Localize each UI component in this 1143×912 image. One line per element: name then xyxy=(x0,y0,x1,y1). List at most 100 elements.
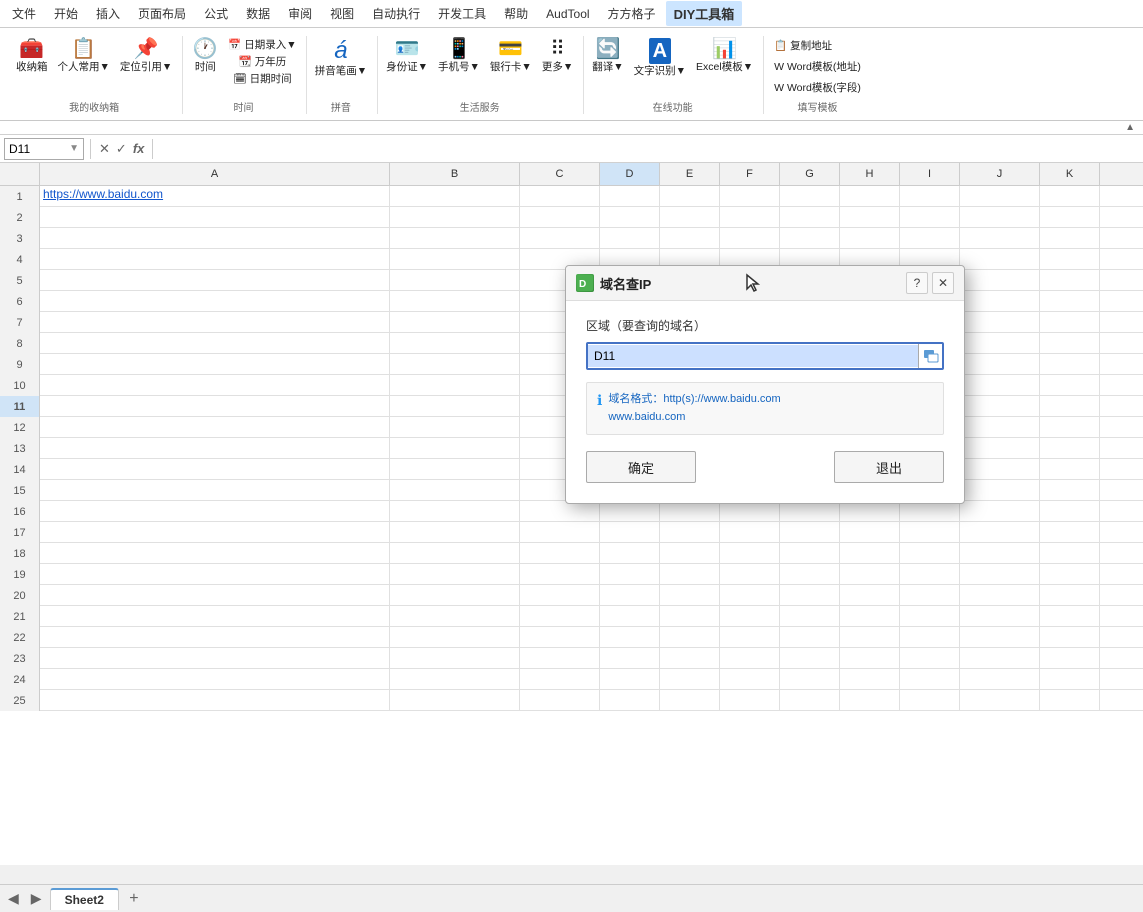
bank-icon: 💳 xyxy=(498,38,523,60)
col-header-H[interactable]: H xyxy=(840,163,900,185)
cell-A1[interactable]: https://www.baidu.com xyxy=(40,186,390,207)
menu-help[interactable]: 帮助 xyxy=(496,2,536,25)
table-row: 17 xyxy=(0,522,1143,543)
cell-B1[interactable] xyxy=(390,186,520,207)
ribbon-btn-excel-template[interactable]: 📊 Excel模板▼ xyxy=(692,36,757,77)
cell-J1[interactable] xyxy=(960,186,1040,207)
ribbon-btn-time[interactable]: 🕐 时间 xyxy=(187,36,223,77)
col-header-C[interactable]: C xyxy=(520,163,600,185)
time-icon: 🕐 xyxy=(193,38,218,60)
table-row: 23 xyxy=(0,648,1143,669)
dialog-help-btn[interactable]: ? xyxy=(906,272,928,294)
dialog-cancel-btn[interactable]: 退出 xyxy=(834,451,944,483)
ribbon-group-online-label: 在线功能 xyxy=(653,99,693,114)
ribbon-btn-pinyin[interactable]: á 拼音笔画▼ xyxy=(311,36,371,81)
menu-insert[interactable]: 插入 xyxy=(88,2,128,25)
cell-F1[interactable] xyxy=(720,186,780,207)
cell-H1[interactable] xyxy=(840,186,900,207)
ribbon-btn-more[interactable]: ⠿ 更多▼ xyxy=(538,36,577,77)
formula-fx-icon[interactable]: fx xyxy=(131,139,147,158)
ribbon-group-life: 🪪 身份证▼ 📱 手机号▼ 💳 银行卡▼ ⠿ 更多▼ 生活服务 xyxy=(378,36,584,114)
menu-review[interactable]: 审阅 xyxy=(280,2,320,25)
dialog-title: 域名查IP xyxy=(600,274,732,293)
menu-file[interactable]: 文件 xyxy=(4,2,44,25)
formula-input[interactable] xyxy=(159,147,1139,151)
tab-nav-next[interactable]: ▶ xyxy=(27,890,46,907)
tab-nav-prev[interactable]: ◀ xyxy=(4,890,23,907)
ribbon-btn-word-field[interactable]: W Word模板(字段) xyxy=(768,78,867,97)
sheet-tab-sheet2[interactable]: Sheet2 xyxy=(50,888,119,910)
formula-cancel-icon[interactable]: ✕ xyxy=(97,139,112,159)
menu-page-layout[interactable]: 页面布局 xyxy=(130,2,194,25)
cell-K1[interactable] xyxy=(1040,186,1100,207)
dialog-info-text: 域名格式：http(s)://www.baidu.com www.baidu.c… xyxy=(608,391,780,426)
cell-I1[interactable] xyxy=(900,186,960,207)
formula-confirm-icon[interactable]: ✓ xyxy=(114,139,129,159)
menu-view[interactable]: 视图 xyxy=(322,2,362,25)
row-num-1: 1 xyxy=(0,186,40,207)
ribbon-group-storage: 🧰 收纳箱 📋 个人常用▼ 📌 定位引用▼ 我的收纳箱 xyxy=(8,36,183,114)
ribbon-btn-personal[interactable]: 📋 个人常用▼ xyxy=(54,36,114,77)
dialog-ref-btn[interactable] xyxy=(918,344,942,368)
table-row: 2 xyxy=(0,207,1143,228)
menu-autoexec[interactable]: 自动执行 xyxy=(364,2,428,25)
dialog-input-row xyxy=(586,342,944,370)
ribbon-collapse-btn[interactable]: ▲ xyxy=(1121,121,1139,134)
menu-audtool[interactable]: AudTool xyxy=(538,4,597,24)
menu-data[interactable]: 数据 xyxy=(238,2,278,25)
add-tab-btn[interactable]: + xyxy=(123,888,145,910)
personal-icon: 📋 xyxy=(71,38,96,60)
phone-icon: 📱 xyxy=(447,38,472,60)
cursor-icon xyxy=(742,273,762,293)
ribbon-btn-date-entry[interactable]: 📅 日期录入▼ xyxy=(225,36,299,53)
cell-D1[interactable] xyxy=(600,186,660,207)
dialog-confirm-btn[interactable]: 确定 xyxy=(586,451,696,483)
ribbon-group-template-label: 填写模板 xyxy=(797,99,837,114)
menu-formula[interactable]: 公式 xyxy=(196,2,236,25)
ribbon-btn-translate[interactable]: 🔄 翻译▼ xyxy=(588,36,627,77)
col-header-B[interactable]: B xyxy=(390,163,520,185)
table-row: 1 https://www.baidu.com xyxy=(0,186,1143,207)
formula-icons: ✕ ✓ fx xyxy=(97,139,146,159)
info-icon: ℹ xyxy=(597,392,602,409)
ribbon-btn-copy-addr[interactable]: 📋 复制地址 xyxy=(768,36,838,55)
locate-icon: 📌 xyxy=(134,38,159,60)
col-header-F[interactable]: F xyxy=(720,163,780,185)
menu-diy[interactable]: DIY工具箱 xyxy=(666,1,743,26)
domain-query-dialog: D 域名查IP ? ✕ 区域（要查询的域名） ℹ xyxy=(565,265,965,504)
col-header-A[interactable]: A xyxy=(40,163,390,185)
ribbon-group-time: 🕐 时间 📅 日期录入▼ 📆 万年历 🗓 日期时间 时间 xyxy=(183,36,306,114)
menu-ffgz[interactable]: 方方格子 xyxy=(600,2,664,25)
ribbon-btn-ocr[interactable]: A 文字识别▼ xyxy=(630,36,690,81)
row-num-header xyxy=(0,163,40,185)
formula-bar: D11 ▼ ✕ ✓ fx xyxy=(0,135,1143,163)
ribbon-group-life-label: 生活服务 xyxy=(460,99,500,114)
ribbon-btn-bank[interactable]: 💳 银行卡▼ xyxy=(486,36,536,77)
col-header-G[interactable]: G xyxy=(780,163,840,185)
col-header-E[interactable]: E xyxy=(660,163,720,185)
cell-G1[interactable] xyxy=(780,186,840,207)
col-header-J[interactable]: J xyxy=(960,163,1040,185)
col-header-I[interactable]: I xyxy=(900,163,960,185)
ribbon-btn-word-addr[interactable]: W Word模板(地址) xyxy=(768,57,867,76)
col-header-D[interactable]: D xyxy=(600,163,660,185)
ribbon-btn-calendar[interactable]: 📆 万年历 xyxy=(225,53,299,70)
dialog-domain-input[interactable] xyxy=(588,345,918,367)
ribbon-btn-inbox[interactable]: 🧰 收纳箱 xyxy=(12,36,52,77)
menu-start[interactable]: 开始 xyxy=(46,2,86,25)
table-row: 25 xyxy=(0,690,1143,711)
cell-C1[interactable] xyxy=(520,186,600,207)
excel-template-icon: 📊 xyxy=(712,38,737,60)
dialog-actions: 确定 退出 xyxy=(586,451,944,487)
ribbon-btn-datetime[interactable]: 🗓 日期时间 xyxy=(225,70,299,87)
dialog-close-btn[interactable]: ✕ xyxy=(932,272,954,294)
col-header-K[interactable]: K xyxy=(1040,163,1100,185)
ribbon-btn-id[interactable]: 🪪 身份证▼ xyxy=(382,36,432,77)
more-icon: ⠿ xyxy=(550,38,565,60)
ribbon-btn-locate[interactable]: 📌 定位引用▼ xyxy=(116,36,176,77)
cell-ref-box[interactable]: D11 ▼ xyxy=(4,138,84,160)
dialog-app-icon: D xyxy=(576,274,594,292)
ribbon-btn-phone[interactable]: 📱 手机号▼ xyxy=(434,36,484,77)
menu-developer[interactable]: 开发工具 xyxy=(430,2,494,25)
cell-E1[interactable] xyxy=(660,186,720,207)
